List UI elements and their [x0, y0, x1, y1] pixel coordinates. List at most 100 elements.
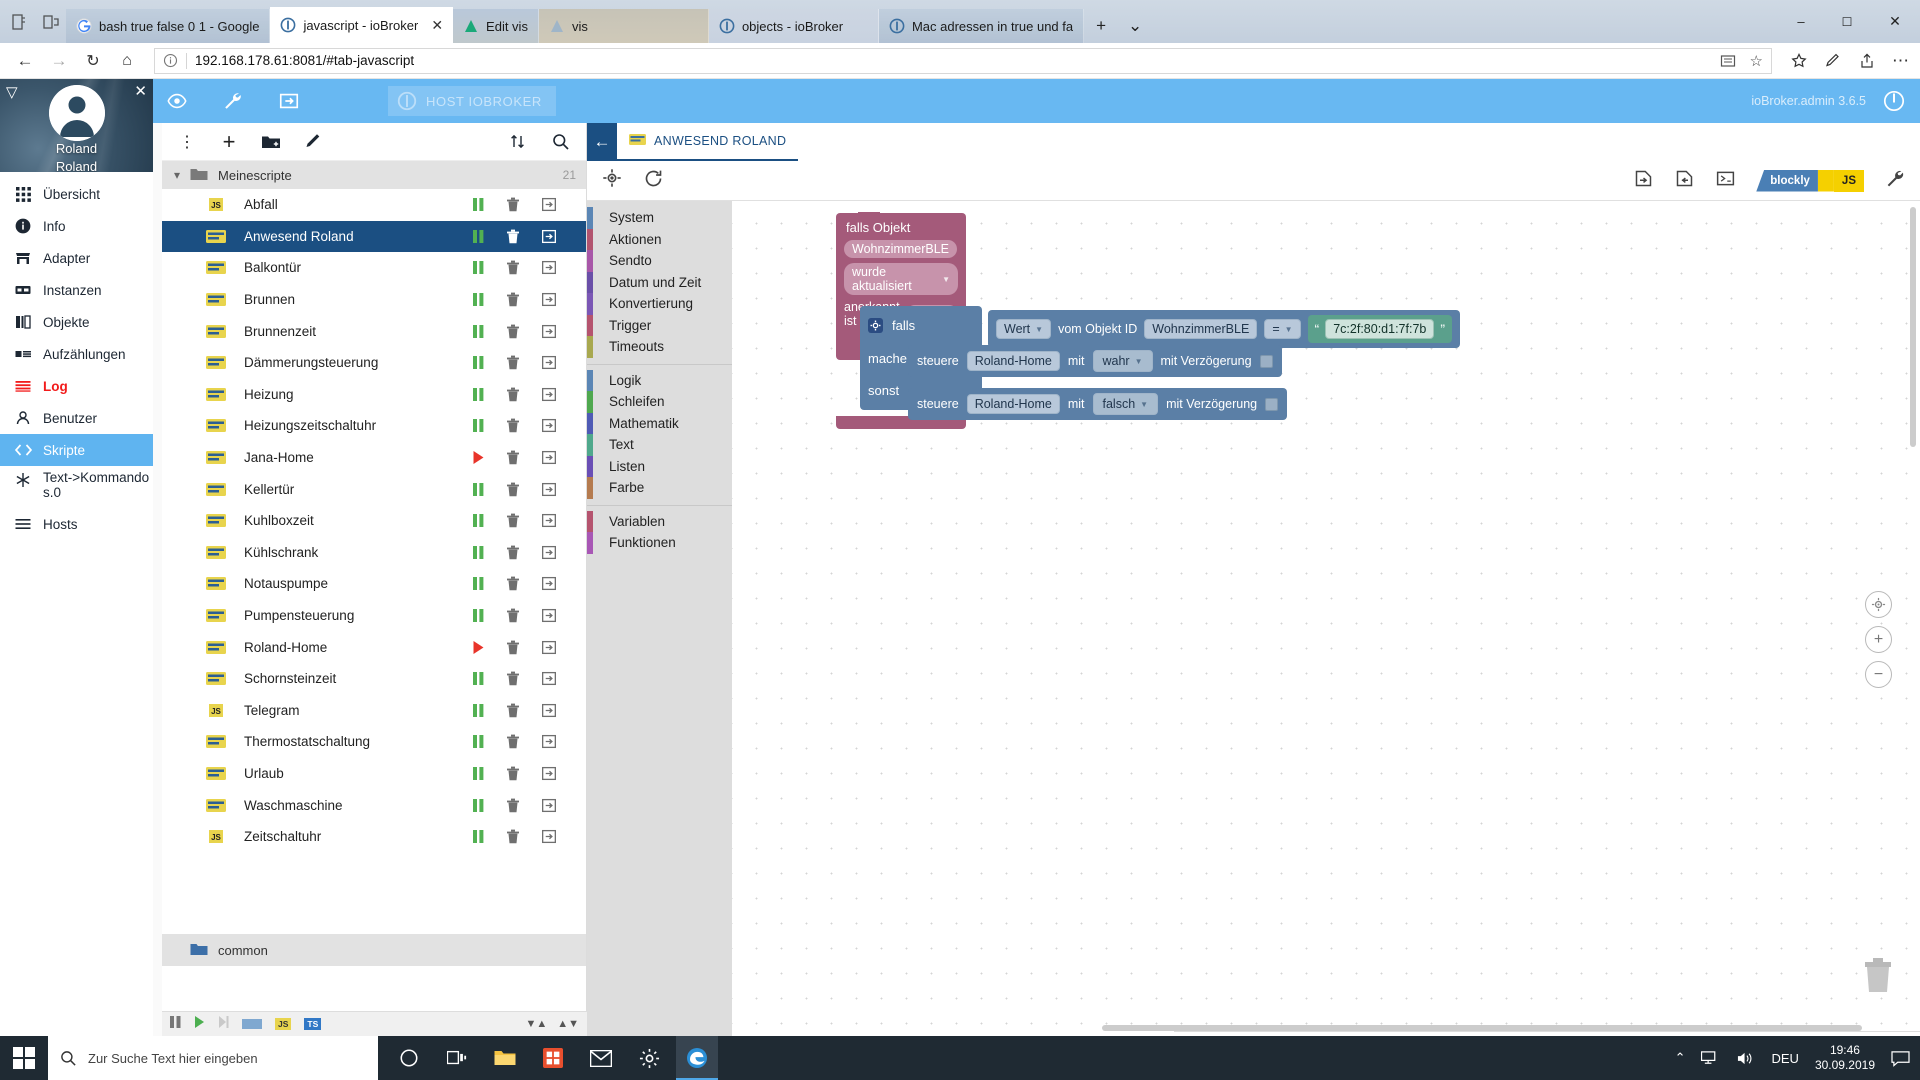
- delete-icon[interactable]: [506, 640, 520, 655]
- export-icon[interactable]: [542, 608, 556, 623]
- script-list-item[interactable]: JS Telegram: [162, 695, 586, 727]
- block-condition[interactable]: Wert ▼ vom Objekt ID WohnzimmerBLE = ▼ “…: [988, 310, 1461, 348]
- tray-chevron-icon[interactable]: ⌃: [1675, 1050, 1686, 1066]
- home-button[interactable]: ⌂: [112, 46, 142, 76]
- more-options-button[interactable]: ⋮: [170, 125, 204, 159]
- export-icon[interactable]: [542, 766, 556, 781]
- export-icon[interactable]: [278, 90, 300, 112]
- cortana-icon[interactable]: [388, 1036, 430, 1080]
- pencil-icon[interactable]: [296, 125, 330, 159]
- script-list-item[interactable]: Heizungszeitschaltuhr: [162, 410, 586, 442]
- close-icon[interactable]: ✕: [431, 18, 443, 32]
- delete-icon[interactable]: [506, 260, 520, 275]
- script-list-item[interactable]: Kühlschrank: [162, 537, 586, 569]
- pause-icon[interactable]: [473, 577, 484, 591]
- trash-icon[interactable]: [1861, 954, 1895, 994]
- pause-icon[interactable]: [473, 482, 484, 496]
- delete-icon[interactable]: [506, 766, 520, 781]
- object-id-field[interactable]: WohnzimmerBLE: [844, 240, 958, 258]
- script-list-item[interactable]: Urlaub: [162, 758, 586, 790]
- folder-row-common[interactable]: common: [162, 934, 586, 966]
- network-icon[interactable]: [1701, 1050, 1720, 1067]
- delete-icon[interactable]: [506, 229, 520, 244]
- set-aside-tabs-icon[interactable]: [42, 13, 60, 31]
- toolbox-category[interactable]: Schleifen: [587, 391, 732, 413]
- toolbox-category[interactable]: Listen: [587, 455, 732, 477]
- operator-dropdown[interactable]: = ▼: [1264, 319, 1301, 339]
- toolbox-category[interactable]: Aktionen: [587, 228, 732, 250]
- tab-list-button[interactable]: ⌄: [1118, 9, 1152, 43]
- back-button[interactable]: ←: [10, 46, 40, 76]
- toolbox-category[interactable]: Logik: [587, 369, 732, 391]
- pause-icon[interactable]: [473, 229, 484, 243]
- pause-icon[interactable]: [473, 419, 484, 433]
- close-icon[interactable]: ✕: [134, 82, 147, 100]
- pause-icon[interactable]: [473, 766, 484, 780]
- event-dropdown[interactable]: wurde aktualisiert ▼: [844, 263, 958, 295]
- export-icon[interactable]: [542, 450, 556, 465]
- toolbox-category[interactable]: Trigger: [587, 314, 732, 336]
- power-icon[interactable]: [1882, 89, 1906, 113]
- host-chip[interactable]: HOST IOBROKER: [388, 86, 556, 116]
- toolbox-category[interactable]: Mathematik: [587, 412, 732, 434]
- sidebar-item-uebersicht[interactable]: Übersicht: [0, 178, 153, 210]
- reading-view-icon[interactable]: [1720, 53, 1736, 69]
- play-icon[interactable]: [194, 1015, 205, 1033]
- play-icon[interactable]: [473, 640, 484, 654]
- reload-icon[interactable]: [643, 168, 664, 194]
- condition-object-id[interactable]: WohnzimmerBLE: [1144, 319, 1258, 339]
- script-list-item[interactable]: JS Abfall: [162, 189, 586, 221]
- value-dropdown[interactable]: falsch ▼: [1092, 393, 1159, 415]
- js-chip[interactable]: JS: [275, 1018, 292, 1030]
- window-minimize-button[interactable]: –: [1778, 7, 1824, 37]
- export-icon[interactable]: [542, 292, 556, 307]
- delete-icon[interactable]: [506, 671, 520, 686]
- delete-icon[interactable]: [506, 829, 520, 844]
- target-object-field[interactable]: Roland-Home: [966, 394, 1060, 414]
- favorite-star-icon[interactable]: ☆: [1750, 52, 1763, 70]
- sidebar-item-text-kommandos[interactable]: Text->Kommandos.0: [0, 466, 153, 508]
- block-do-steuere[interactable]: steuere Roland-Home mit wahr ▼ mit Verzö…: [908, 345, 1282, 377]
- sidebar-item-log[interactable]: Log: [0, 370, 153, 402]
- pause-icon[interactable]: [473, 356, 484, 370]
- export-icon[interactable]: [542, 513, 556, 528]
- sidebar-item-adapter[interactable]: Adapter: [0, 242, 153, 274]
- script-list-item[interactable]: Kuhlboxzeit: [162, 505, 586, 537]
- export-icon[interactable]: [542, 387, 556, 402]
- sidebar-item-objekte[interactable]: Objekte: [0, 306, 153, 338]
- browser-tab[interactable]: bash true false 0 1 - Google: [66, 9, 271, 43]
- export-icon[interactable]: [542, 418, 556, 433]
- toolbox-category[interactable]: System: [587, 207, 732, 229]
- export-icon[interactable]: [542, 324, 556, 339]
- browser-tab[interactable]: vis: [538, 9, 709, 43]
- pause-icon[interactable]: [473, 735, 484, 749]
- tab-anwesend-roland[interactable]: ANWESEND ROLAND: [617, 123, 799, 161]
- sidebar-item-info[interactable]: Info: [0, 210, 153, 242]
- address-bar[interactable]: 192.168.178.61:8081/#tab-javascript ☆: [154, 47, 1772, 74]
- settings-icon[interactable]: [628, 1036, 670, 1080]
- sort-icon[interactable]: [500, 125, 534, 159]
- zoom-out-button[interactable]: −: [1865, 661, 1892, 688]
- window-maximize-button[interactable]: ☐: [1824, 7, 1870, 37]
- export-icon[interactable]: [542, 482, 556, 497]
- delete-icon[interactable]: [506, 482, 520, 497]
- pause-icon[interactable]: [170, 1015, 181, 1033]
- toolbox-category[interactable]: Variablen: [587, 510, 732, 532]
- notifications-icon[interactable]: [1891, 1050, 1910, 1067]
- script-list-item[interactable]: Schornsteinzeit: [162, 663, 586, 695]
- mail-icon[interactable]: [580, 1036, 622, 1080]
- sidebar-item-benutzer[interactable]: Benutzer: [0, 402, 153, 434]
- share-icon[interactable]: [1858, 52, 1876, 70]
- toolbox-category[interactable]: Sendto: [587, 250, 732, 272]
- export-icon[interactable]: [542, 798, 556, 813]
- blockly-canvas[interactable]: falls Objekt WohnzimmerBLE wurde aktuali…: [732, 201, 1920, 1036]
- delete-icon[interactable]: [506, 576, 520, 591]
- delete-icon[interactable]: [506, 545, 520, 560]
- file-explorer-icon[interactable]: [484, 1036, 526, 1080]
- pause-icon[interactable]: [473, 514, 484, 528]
- sidebar-item-skripte[interactable]: Skripte: [0, 434, 153, 466]
- delete-icon[interactable]: [506, 355, 520, 370]
- pause-icon[interactable]: [473, 798, 484, 812]
- delete-icon[interactable]: [506, 703, 520, 718]
- browser-tab[interactable]: objects - ioBroker: [708, 9, 879, 43]
